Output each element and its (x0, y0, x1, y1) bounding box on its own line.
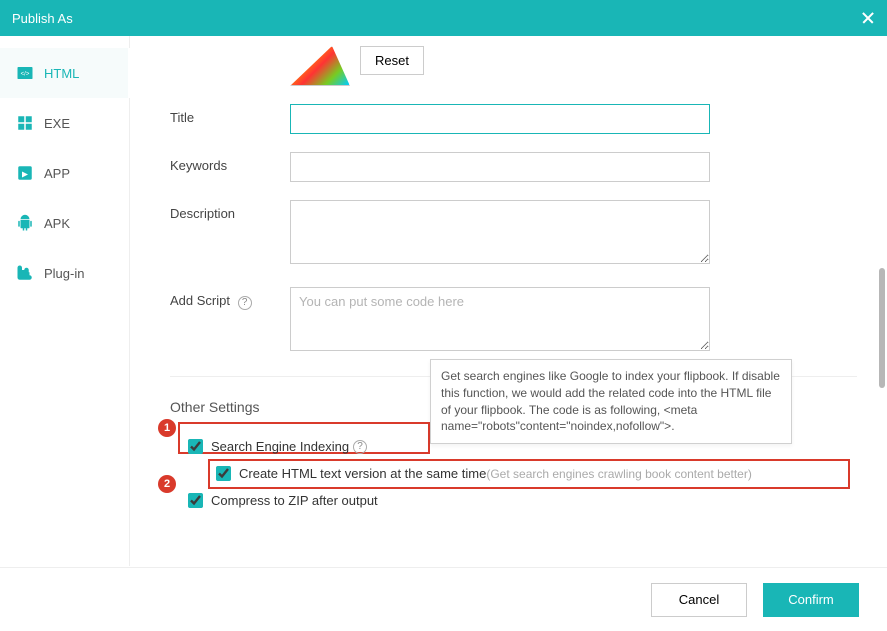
help-icon[interactable]: ? (353, 440, 367, 454)
scrollbar-thumb[interactable] (879, 268, 885, 388)
cover-thumbnail (290, 46, 350, 86)
description-textarea[interactable] (290, 200, 710, 264)
close-icon[interactable] (861, 11, 875, 25)
other-settings-section: Get search engines like Google to index … (170, 376, 857, 514)
keywords-label: Keywords (170, 152, 290, 182)
html-text-checkbox[interactable] (216, 466, 231, 481)
addscript-label: Add Script (170, 293, 230, 308)
html-text-label: Create HTML text version at the same tim… (239, 466, 486, 481)
option-html-text-version[interactable]: Create HTML text version at the same tim… (198, 460, 857, 487)
help-icon[interactable]: ? (238, 296, 252, 310)
sidebar-item-app[interactable]: APP (0, 148, 129, 198)
title-label: Title (170, 104, 290, 134)
titlebar: Publish As (0, 0, 887, 36)
addscript-textarea[interactable] (290, 287, 710, 351)
cancel-button[interactable]: Cancel (651, 583, 747, 617)
search-indexing-label: Search Engine Indexing (211, 439, 349, 454)
description-label: Description (170, 200, 290, 269)
app-icon (16, 164, 34, 182)
android-icon (16, 214, 34, 232)
svg-text:</>: </> (21, 71, 30, 77)
scrollbar-track[interactable] (879, 48, 885, 566)
html-text-hint: (Get search engines crawling book conten… (486, 467, 751, 481)
plugin-icon (16, 264, 34, 282)
sidebar-item-plugin[interactable]: Plug-in (0, 248, 129, 298)
html-icon: </> (16, 64, 34, 82)
keywords-input[interactable] (290, 152, 710, 182)
content-panel: Reset Title Keywords Description Add Scr… (130, 36, 887, 566)
footer: Cancel Confirm (0, 567, 887, 631)
title-input[interactable] (290, 104, 710, 134)
sidebar-item-label: EXE (44, 116, 70, 131)
sidebar-item-exe[interactable]: EXE (0, 98, 129, 148)
indexing-tooltip: Get search engines like Google to index … (430, 359, 792, 444)
compress-zip-label: Compress to ZIP after output (211, 493, 378, 508)
sidebar: </> HTML EXE APP APK Plug-in (0, 36, 130, 566)
option-compress-zip[interactable]: Compress to ZIP after output (170, 487, 857, 514)
sidebar-item-label: HTML (44, 66, 79, 81)
sidebar-item-html[interactable]: </> HTML (0, 48, 129, 98)
sidebar-item-label: Plug-in (44, 266, 84, 281)
confirm-button[interactable]: Confirm (763, 583, 859, 617)
sidebar-item-label: APP (44, 166, 70, 181)
windows-icon (16, 114, 34, 132)
sidebar-item-label: APK (44, 216, 70, 231)
sidebar-item-apk[interactable]: APK (0, 198, 129, 248)
search-indexing-checkbox[interactable] (188, 439, 203, 454)
compress-zip-checkbox[interactable] (188, 493, 203, 508)
window-title: Publish As (12, 11, 861, 26)
reset-button[interactable]: Reset (360, 46, 424, 75)
